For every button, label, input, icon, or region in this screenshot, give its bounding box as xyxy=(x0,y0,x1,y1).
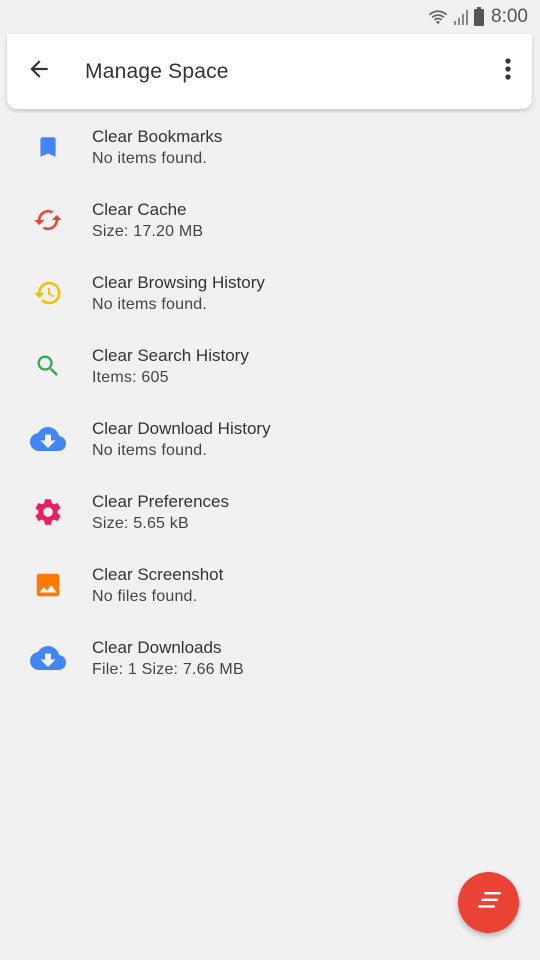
back-button[interactable] xyxy=(7,40,71,104)
list-item-clear-search-history[interactable]: Clear Search History Items: 605 xyxy=(0,329,540,402)
item-subtitle: No items found. xyxy=(92,442,208,459)
item-subtitle: Size: 17.20 MB xyxy=(92,223,204,240)
page-title: Manage Space xyxy=(85,59,229,83)
search-icon xyxy=(28,346,68,386)
item-subtitle: Size: 5.65 kB xyxy=(92,515,189,532)
item-subtitle: File: 1 Size: 7.66 MB xyxy=(92,661,244,678)
battery-icon xyxy=(473,7,485,27)
item-title: Clear Cache xyxy=(92,200,187,219)
status-bar: 8:00 xyxy=(0,0,540,34)
item-title: Clear Browsing History xyxy=(92,273,265,292)
item-subtitle: No items found. xyxy=(92,296,208,313)
list-item-clear-cache[interactable]: Clear Cache Size: 17.20 MB xyxy=(0,183,540,256)
status-time: 8:00 xyxy=(491,6,528,27)
item-title: Clear Download History xyxy=(92,419,271,438)
item-title: Clear Search History xyxy=(92,346,249,365)
clear-all-fab[interactable] xyxy=(458,872,519,933)
settings-icon xyxy=(28,492,68,532)
item-title: Clear Bookmarks xyxy=(92,127,223,146)
item-subtitle: No items found. xyxy=(92,150,208,167)
cloud-download-icon xyxy=(28,638,68,678)
item-title: Clear Preferences xyxy=(92,492,230,511)
more-options-button[interactable] xyxy=(484,40,532,104)
bookmark-icon xyxy=(28,127,68,167)
cached-icon xyxy=(28,200,68,240)
list-item-clear-download-history[interactable]: Clear Download History No items found. xyxy=(0,402,540,475)
signal-icon xyxy=(453,8,469,26)
list-item-clear-downloads[interactable]: Clear Downloads File: 1 Size: 7.66 MB xyxy=(0,621,540,694)
item-title: Clear Screenshot xyxy=(92,565,224,584)
image-icon xyxy=(28,565,68,605)
item-subtitle: Items: 605 xyxy=(92,369,169,386)
clear-all-icon xyxy=(476,891,502,914)
wifi-icon xyxy=(427,8,449,26)
cloud-download-icon xyxy=(28,419,68,459)
list-item-clear-preferences[interactable]: Clear Preferences Size: 5.65 kB xyxy=(0,475,540,548)
item-subtitle: No files found. xyxy=(92,588,198,605)
manage-space-list: Clear Bookmarks No items found. Clear Ca… xyxy=(0,110,540,694)
history-icon xyxy=(28,273,68,313)
list-item-clear-browsing-history[interactable]: Clear Browsing History No items found. xyxy=(0,256,540,329)
arrow-back-icon xyxy=(26,56,52,87)
more-vert-icon xyxy=(504,56,512,87)
item-title: Clear Downloads xyxy=(92,638,222,657)
app-bar: Manage Space xyxy=(7,34,532,109)
list-item-clear-bookmarks[interactable]: Clear Bookmarks No items found. xyxy=(0,110,540,183)
list-item-clear-screenshot[interactable]: Clear Screenshot No files found. xyxy=(0,548,540,621)
